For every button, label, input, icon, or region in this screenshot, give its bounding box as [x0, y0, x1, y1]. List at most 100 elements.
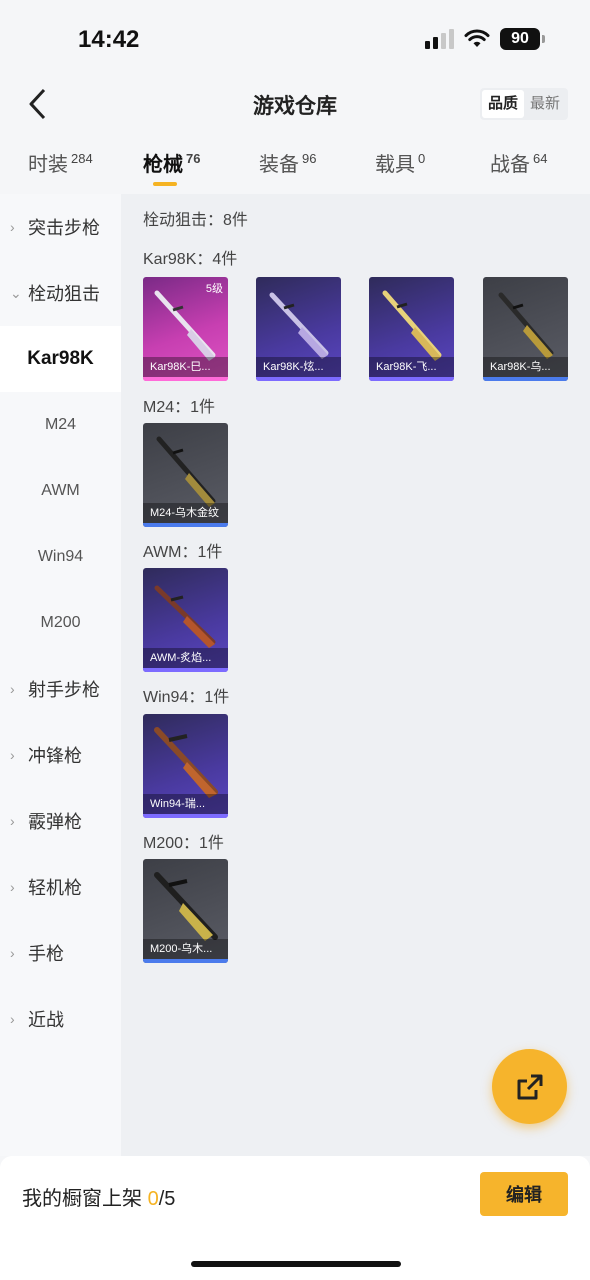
sidebar-item-assault-rifle[interactable]: › 突击步枪 [0, 194, 121, 260]
chevron-right-icon: › [10, 747, 15, 763]
quality-bar [369, 377, 454, 381]
group-title-kar98k: Kar98K：4件 [143, 251, 238, 268]
showcase-label: 我的橱窗上架 [22, 1188, 142, 1210]
nav-bar: 游戏仓库 品质 最新 [0, 76, 590, 132]
chevron-right-icon: › [10, 681, 15, 697]
tab-label: 装备 [259, 154, 299, 176]
sort-quality-button[interactable]: 品质 [481, 90, 524, 118]
tab-label: 时装 [28, 154, 68, 176]
showcase-total: /5 [158, 1188, 176, 1210]
sidebar-item-shotgun[interactable]: › 霰弹枪 [0, 788, 121, 854]
quality-bar [143, 523, 228, 527]
sort-latest-button[interactable]: 最新 [524, 90, 566, 118]
tab-vehicles[interactable]: 载具 0 [375, 148, 425, 177]
quality-bar [143, 959, 228, 963]
sidebar-item-kar98k[interactable]: Kar98K [0, 326, 121, 392]
weapon-skin-card[interactable]: 5级 Kar98K-巳... [143, 277, 228, 381]
weapon-skin-name: Kar98K-巳... [143, 357, 228, 377]
tab-label: 枪械 [143, 154, 183, 176]
showcase-status: 我的橱窗上架 0/5 [22, 1182, 175, 1211]
weapon-skin-name: Kar98K-乌... [483, 357, 568, 377]
active-tab-underline [153, 182, 177, 186]
status-icons: 90 [425, 28, 545, 50]
battery-indicator: 90 [500, 28, 545, 50]
tab-label: 载具 [375, 154, 415, 176]
tab-count: 76 [186, 151, 201, 166]
status-bar: 14:42 90 [0, 0, 590, 76]
weapon-skin-name: Kar98K-飞... [369, 357, 454, 377]
tab-count: 64 [533, 151, 548, 166]
quality-bar [143, 814, 228, 818]
weapon-skin-card[interactable]: Kar98K-乌... [483, 277, 568, 381]
chevron-right-icon: › [10, 945, 15, 961]
group-title-awm: AWM：1件 [143, 544, 223, 561]
sidebar-item-bolt-sniper[interactable]: ⌄ 栓动狙击 [0, 260, 121, 326]
sidebar-item-awm[interactable]: AWM [0, 458, 121, 524]
weapon-skin-card[interactable]: AWM-炙焰... [143, 568, 228, 672]
weapon-skin-card[interactable]: Win94-瑞... [143, 714, 228, 818]
quality-bar [256, 377, 341, 381]
chevron-right-icon: › [10, 879, 15, 895]
sidebar-item-label: AWM [41, 482, 80, 499]
sidebar-item-label: 霰弹枪 [28, 812, 82, 832]
weapon-skin-name: M200-乌木... [143, 939, 228, 959]
quality-bar [483, 377, 568, 381]
sort-toggle: 品质 最新 [479, 88, 568, 120]
tab-battle-gear[interactable]: 战备 64 [490, 148, 547, 177]
signal-icon [425, 29, 454, 49]
sidebar-item-lmg[interactable]: › 轻机枪 [0, 854, 121, 920]
tab-count: 284 [71, 151, 93, 166]
category-summary: 栓动狙击：8件 [143, 212, 248, 229]
weapon-category-sidebar: › 突击步枪 ⌄ 栓动狙击 Kar98K M24 AWM Win94 M200 › 射… [0, 194, 121, 1156]
sidebar-item-label: 冲锋枪 [28, 746, 82, 766]
weapon-skin-card[interactable]: M200-乌木... [143, 859, 228, 963]
sidebar-item-label: 射手步枪 [28, 680, 100, 700]
sidebar-item-m24[interactable]: M24 [0, 392, 121, 458]
weapon-skin-name: AWM-炙焰... [143, 648, 228, 668]
tab-fashion[interactable]: 时装 284 [28, 148, 93, 177]
weapon-skin-name: Kar98K-炫... [256, 357, 341, 377]
chevron-down-icon: ⌄ [10, 284, 22, 301]
category-tabs: 时装 284 枪械 76 装备 96 载具 0 战备 64 [0, 140, 590, 194]
tab-label: 战备 [490, 154, 530, 176]
group-title-m200: M200：1件 [143, 835, 224, 852]
home-indicator [191, 1261, 401, 1267]
sidebar-item-label: 轻机枪 [28, 878, 82, 898]
chevron-right-icon: › [10, 219, 15, 235]
status-time: 14:42 [78, 26, 140, 53]
tab-count: 0 [418, 151, 426, 166]
group-title-m24: M24：1件 [143, 399, 216, 416]
sidebar-item-label: 近战 [28, 1010, 64, 1030]
chevron-right-icon: › [10, 813, 15, 829]
level-badge: 5级 [205, 283, 223, 295]
sidebar-item-marksman-rifle[interactable]: › 射手步枪 [0, 656, 121, 722]
weapon-skin-card[interactable]: Kar98K-飞... [369, 277, 454, 381]
wifi-icon [464, 29, 490, 47]
tab-equipment[interactable]: 装备 96 [259, 148, 316, 177]
tab-firearms[interactable]: 枪械 76 [143, 148, 200, 177]
weapon-skin-name: M24-乌木金纹 [143, 503, 228, 523]
sidebar-item-label: 栓动狙击 [28, 284, 100, 304]
sidebar-item-smg[interactable]: › 冲锋枪 [0, 722, 121, 788]
sidebar-item-label: Win94 [37, 548, 84, 565]
sidebar-item-m200[interactable]: M200 [0, 590, 121, 656]
sidebar-item-label: Kar98K [27, 348, 94, 369]
showcase-current-count: 0 [147, 1188, 159, 1210]
weapon-skin-card[interactable]: Kar98K-炫... [256, 277, 341, 381]
quality-bar [143, 377, 228, 381]
edit-button[interactable]: 编辑 [480, 1172, 568, 1216]
sidebar-item-win94[interactable]: Win94 [0, 524, 121, 590]
share-icon [517, 1074, 542, 1099]
sidebar-item-label: M200 [40, 614, 81, 631]
quality-bar [143, 668, 228, 672]
inventory-content: 栓动狙击：8件 Kar98K：4件 5级 Kar98K-巳... Kar98K-… [121, 194, 590, 1156]
bottom-bar: 我的橱窗上架 0/5 编辑 [0, 1156, 590, 1280]
sidebar-item-label: 手枪 [28, 944, 64, 964]
weapon-skin-name: Win94-瑞... [143, 794, 228, 814]
sidebar-item-pistol[interactable]: › 手枪 [0, 920, 121, 986]
sidebar-item-melee[interactable]: › 近战 [0, 986, 121, 1052]
group-title-win94: Win94：1件 [143, 689, 230, 706]
sidebar-item-label: M24 [44, 416, 77, 433]
weapon-skin-card[interactable]: M24-乌木金纹 [143, 423, 228, 527]
share-button[interactable] [492, 1049, 567, 1124]
